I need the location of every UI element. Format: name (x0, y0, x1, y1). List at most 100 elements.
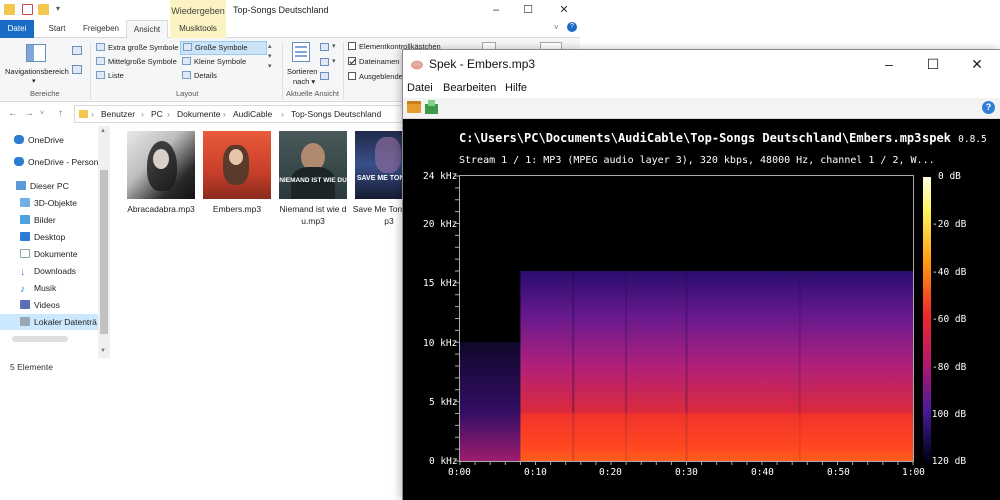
desktop-icon (20, 232, 30, 241)
layout-medium-icon (96, 57, 105, 65)
spectrogram-layer (460, 271, 913, 461)
breadcrumb-audicable[interactable]: AudiCable (233, 106, 272, 122)
context-tab-wiedergeben[interactable]: Wiedergeben (170, 0, 226, 20)
desktop: ▾ Wiedergeben Top-Songs Deutschland – ☐ … (0, 0, 1000, 500)
checkbox-icon (348, 42, 356, 50)
group-label-layout: Layout (176, 89, 199, 98)
document-icon (20, 249, 30, 258)
breadcrumb-top-songs[interactable]: Top-Songs Deutschland (291, 106, 381, 122)
tab-start[interactable]: Start (40, 20, 74, 38)
navigation-pane-button[interactable]: Navigationsbereich (5, 66, 69, 78)
ribbon-tabs: Datei Start Freigeben Ansicht Musiktools… (0, 20, 580, 39)
spek-window-title: Spek - Embers.mp3 (429, 57, 536, 71)
explorer-titlebar: ▾ Wiedergeben Top-Songs Deutschland – ☐ … (0, 0, 580, 20)
minimize-icon[interactable]: – (482, 0, 510, 20)
nav-item-local-disk[interactable]: Lokaler Datenträ (0, 314, 98, 330)
file-name: Abracadabra.mp3 (127, 204, 195, 214)
menu-datei[interactable]: Datei (407, 79, 433, 98)
address-bar[interactable]: › Benutzer › PC › Dokumente › AudiCable … (74, 105, 414, 123)
navigation-pane: OneDrive OneDrive - Person Dieser PC 3D-… (0, 126, 110, 358)
nav-item-label: 3D-Objekte (34, 198, 77, 208)
quick-access-dropdown-icon[interactable]: ▾ (56, 4, 60, 13)
video-icon (20, 300, 30, 309)
spek-toolbar: ? (403, 98, 1000, 119)
file-item-niemand[interactable]: NIEMAND IST WIE DU Niemand ist wie du.mp… (276, 131, 350, 227)
add-columns-icon[interactable] (320, 58, 329, 66)
close-icon[interactable]: ✕ (550, 0, 578, 20)
album-art-embers (203, 131, 271, 199)
download-icon: ↓ (20, 267, 25, 278)
scroll-up-icon[interactable]: ▲ (100, 128, 106, 134)
new-folder-icon[interactable] (38, 4, 49, 15)
menu-hilfe[interactable]: Hilfe (505, 79, 527, 98)
layout-small-icon (182, 57, 191, 65)
tab-freigeben[interactable]: Freigeben (78, 20, 124, 38)
nav-item-label: Bilder (34, 215, 56, 225)
sort-button-label-2[interactable]: nach ▾ (293, 76, 315, 88)
layout-small[interactable]: Kleine Symbole (182, 56, 246, 68)
recent-dropdown-icon[interactable]: ˅ (40, 106, 44, 122)
chevron-down-icon[interactable]: ▾ (332, 42, 336, 50)
properties-icon[interactable] (22, 4, 33, 15)
layout-extra-large-icon (96, 43, 105, 51)
db-color-scale (923, 177, 931, 462)
layout-large-icon (183, 43, 192, 51)
chevron-down-icon[interactable]: ▾ (32, 76, 36, 88)
maximize-icon[interactable]: ☐ (911, 50, 955, 79)
layout-small-label: Kleine Symbole (194, 57, 247, 66)
ribbon-separator (343, 42, 344, 100)
layout-list-icon (96, 71, 105, 79)
size-columns-icon[interactable] (320, 72, 329, 80)
file-item-embers[interactable]: Embers.mp3 (200, 131, 274, 215)
file-name: Niemand ist wie du.mp3 (279, 204, 347, 226)
file-item-abracadabra[interactable]: Abracadabra.mp3 (124, 131, 198, 215)
ribbon-separator (90, 42, 91, 100)
cloud-icon (14, 157, 24, 166)
chevron-down-icon[interactable]: ▾ (332, 57, 336, 65)
spek-window: Spek - Embers.mp3 – ☐ ✕ Datei Bearbeiten… (402, 49, 1000, 500)
minimize-icon[interactable]: – (867, 50, 911, 79)
checkbox-hidden-items[interactable]: Ausgeblendete (348, 71, 409, 83)
scroll-thumb[interactable] (100, 170, 108, 334)
help-icon[interactable]: ? (982, 101, 995, 114)
layout-details[interactable]: Details (182, 70, 217, 82)
nav-item-label: Videos (34, 300, 60, 310)
breadcrumb-dokumente[interactable]: Dokumente (177, 106, 220, 122)
group-label-aktuelle-ansicht: Aktuelle Ansicht (286, 89, 339, 98)
nav-item-label: Lokaler Datenträ (34, 317, 97, 327)
help-icon[interactable]: ? (567, 22, 577, 32)
menu-bearbeiten[interactable]: Bearbeiten (443, 79, 496, 98)
close-icon[interactable]: ✕ (955, 50, 999, 79)
maximize-icon[interactable]: ☐ (514, 0, 542, 20)
nav-item-label: Downloads (34, 266, 77, 276)
sort-icon[interactable] (292, 42, 310, 62)
save-icon[interactable] (425, 100, 438, 114)
layout-list[interactable]: Liste (96, 70, 124, 82)
group-by-icon[interactable] (320, 43, 329, 51)
nav-scrollbar[interactable]: ▲ ▼ (98, 126, 110, 358)
details-pane-icon[interactable] (72, 65, 82, 74)
back-icon[interactable]: ← (8, 106, 18, 122)
spectrum-low-band (520, 413, 913, 461)
tab-datei[interactable]: Datei (0, 20, 34, 38)
open-file-icon[interactable] (407, 101, 421, 113)
navigation-pane-icon[interactable] (26, 44, 46, 62)
ribbon-expand-icon[interactable]: ˅ (554, 23, 559, 32)
layout-extra-large[interactable]: Extra große Symbole (96, 42, 178, 54)
preview-pane-icon[interactable] (72, 46, 82, 55)
breadcrumb-benutzer[interactable]: Benutzer (101, 106, 135, 122)
spectrogram-graphic (455, 175, 931, 465)
up-icon[interactable]: ↑ (58, 106, 63, 122)
tab-ansicht[interactable]: Ansicht (126, 20, 168, 39)
layout-large[interactable]: Große Symbole (180, 41, 267, 55)
checkbox-file-extensions[interactable]: Dateinamen (348, 56, 399, 68)
layout-scroll-icon[interactable]: ▴ ▾ ▾ (268, 42, 272, 72)
breadcrumb-pc[interactable]: PC (151, 106, 163, 122)
tab-musiktools[interactable]: Musiktools (170, 20, 226, 38)
spectrum-intro-band (460, 342, 521, 461)
layout-large-label: Große Symbole (195, 43, 248, 52)
forward-icon[interactable]: → (24, 106, 34, 122)
folder-icon (79, 110, 88, 118)
scroll-down-icon[interactable]: ▼ (100, 348, 106, 354)
layout-medium[interactable]: Mittelgroße Symbole (96, 56, 177, 68)
